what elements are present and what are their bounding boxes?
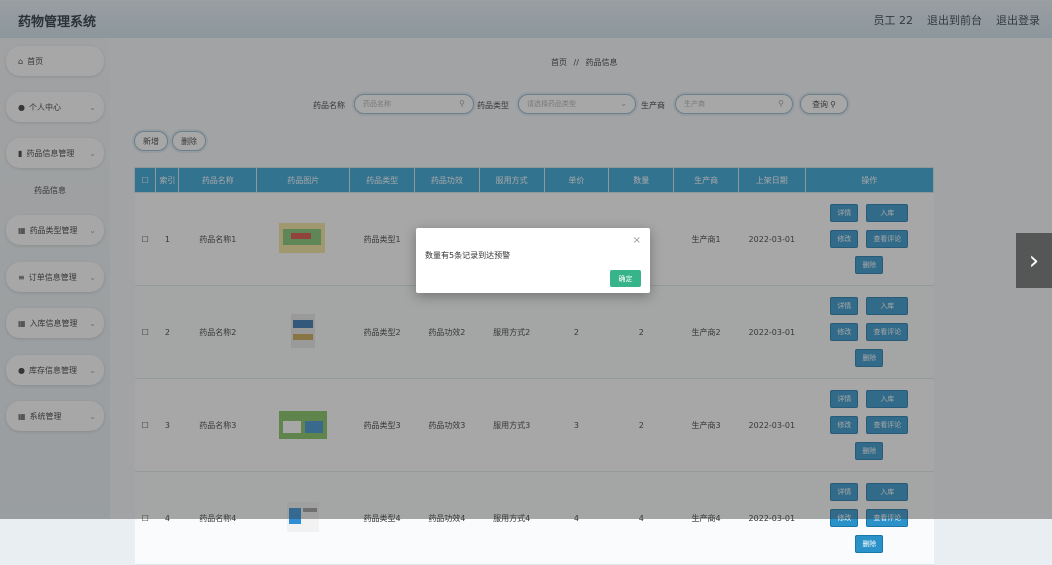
row-delete-button[interactable]: 删除	[855, 535, 884, 553]
confirm-label: 确定	[618, 274, 633, 283]
alert-message: 数量有5条记录到达预警	[425, 251, 511, 260]
alert-dialog: × 数量有5条记录到达预警 确定	[416, 228, 650, 293]
confirm-button[interactable]: 确定	[610, 270, 641, 287]
close-icon[interactable]: ×	[633, 235, 641, 246]
chevron-right-icon[interactable]: ›	[1016, 233, 1052, 288]
